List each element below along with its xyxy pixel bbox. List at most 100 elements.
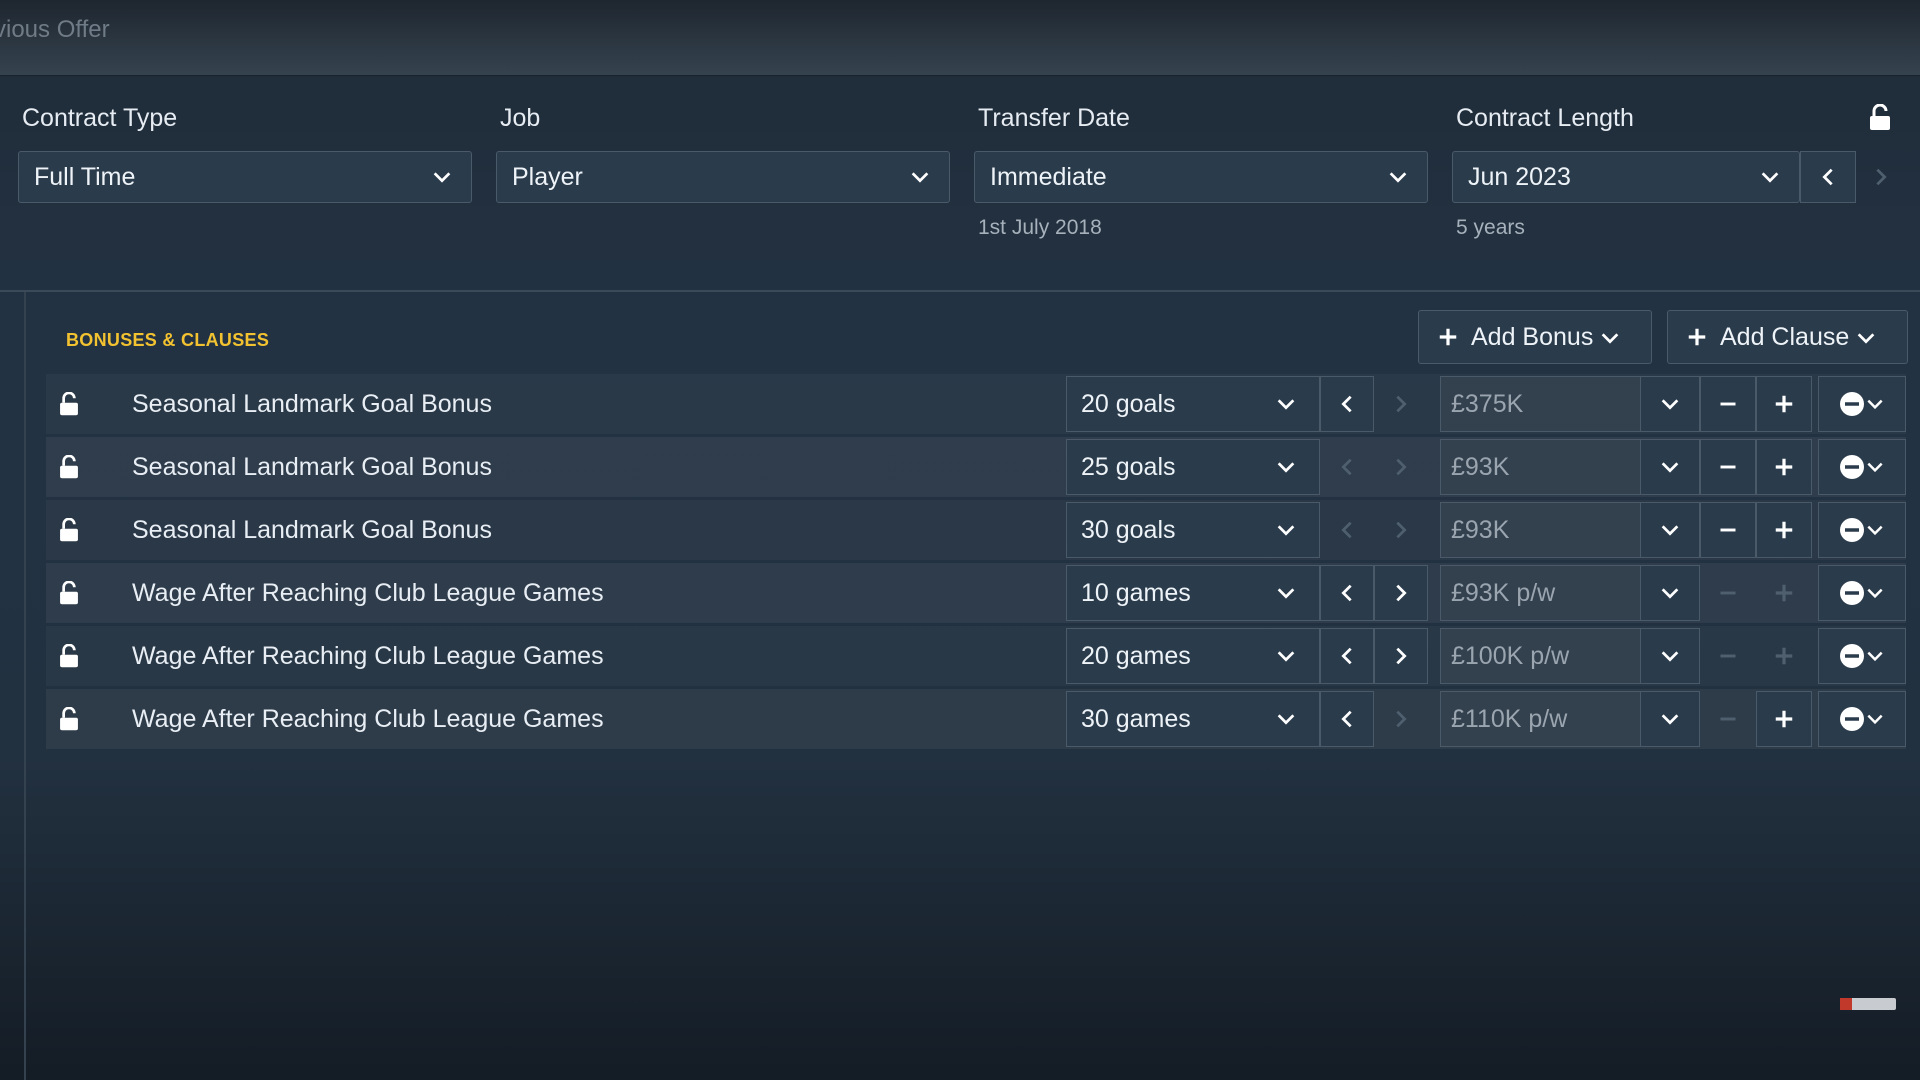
bonus-row: Wage After Reaching Club League Games 30… xyxy=(46,689,1906,749)
amount-dropdown-button[interactable] xyxy=(1640,502,1700,558)
contract-length-label: Contract Length xyxy=(1456,104,1634,132)
threshold-prev-button[interactable] xyxy=(1320,502,1374,558)
threshold-value: 10 games xyxy=(1081,578,1191,607)
chevron-left-icon xyxy=(1341,647,1352,665)
remove-row-button[interactable] xyxy=(1818,502,1906,558)
amount-field[interactable]: £93K p/w xyxy=(1440,565,1640,621)
minus-icon xyxy=(1720,465,1736,469)
threshold-select[interactable]: 20 games xyxy=(1066,628,1320,684)
threshold-select[interactable]: 30 games xyxy=(1066,691,1320,747)
amount-increase-button[interactable] xyxy=(1756,439,1812,495)
transfer-date-label: Transfer Date xyxy=(978,104,1130,132)
amount-increase-button[interactable] xyxy=(1756,565,1812,621)
padlock-open-icon[interactable] xyxy=(58,644,80,669)
amount-field[interactable]: £100K p/w xyxy=(1440,628,1640,684)
amount-increase-button[interactable] xyxy=(1756,502,1812,558)
remove-circle-icon xyxy=(1840,707,1864,731)
threshold-value: 25 goals xyxy=(1081,452,1176,481)
amount-dropdown-button[interactable] xyxy=(1640,439,1700,495)
amount-decrease-button[interactable] xyxy=(1700,691,1756,747)
chevron-down-icon xyxy=(1601,333,1619,344)
contract-length-next-button[interactable] xyxy=(1856,151,1906,203)
threshold-next-button[interactable] xyxy=(1374,565,1428,621)
threshold-value: 20 games xyxy=(1081,641,1191,670)
threshold-select[interactable]: 25 goals xyxy=(1066,439,1320,495)
bonus-row: Seasonal Landmark Goal Bonus 25 goals £9… xyxy=(46,437,1906,497)
job-label: Job xyxy=(500,104,541,132)
amount-decrease-button[interactable] xyxy=(1700,628,1756,684)
plus-icon xyxy=(1688,328,1706,346)
bonus-row: Wage After Reaching Club League Games 20… xyxy=(46,626,1906,686)
threshold-select[interactable]: 20 goals xyxy=(1066,376,1320,432)
amount-value: £93K p/w xyxy=(1451,578,1556,607)
remove-row-button[interactable] xyxy=(1818,439,1906,495)
padlock-open-icon[interactable] xyxy=(58,455,80,480)
section-divider xyxy=(0,290,1920,292)
padlock-open-icon[interactable] xyxy=(58,707,80,732)
chevron-down-icon xyxy=(1867,651,1883,662)
threshold-next-button[interactable] xyxy=(1374,376,1428,432)
amount-dropdown-button[interactable] xyxy=(1640,691,1700,747)
bonus-row: Seasonal Landmark Goal Bonus 30 goals £9… xyxy=(46,500,1906,560)
chevron-down-icon xyxy=(1761,172,1779,183)
plus-icon xyxy=(1775,647,1793,665)
threshold-select[interactable]: 10 games xyxy=(1066,565,1320,621)
amount-increase-button[interactable] xyxy=(1756,628,1812,684)
threshold-prev-button[interactable] xyxy=(1320,565,1374,621)
amount-decrease-button[interactable] xyxy=(1700,502,1756,558)
threshold-prev-button[interactable] xyxy=(1320,691,1374,747)
remove-circle-icon xyxy=(1840,455,1864,479)
amount-decrease-button[interactable] xyxy=(1700,565,1756,621)
bonus-name: Seasonal Landmark Goal Bonus xyxy=(132,453,492,481)
amount-dropdown-button[interactable] xyxy=(1640,376,1700,432)
threshold-select[interactable]: 30 goals xyxy=(1066,502,1320,558)
add-clause-button[interactable]: Add Clause xyxy=(1667,310,1908,364)
contract-type-select[interactable]: Full Time xyxy=(18,151,472,203)
threshold-value: 30 goals xyxy=(1081,515,1176,544)
amount-decrease-button[interactable] xyxy=(1700,376,1756,432)
remove-row-button[interactable] xyxy=(1818,691,1906,747)
amount-field[interactable]: £110K p/w xyxy=(1440,691,1640,747)
threshold-value: 30 games xyxy=(1081,704,1191,733)
contract-length-prev-button[interactable] xyxy=(1800,151,1856,203)
amount-increase-button[interactable] xyxy=(1756,376,1812,432)
remove-row-button[interactable] xyxy=(1818,628,1906,684)
remove-circle-icon xyxy=(1840,581,1864,605)
remove-circle-icon xyxy=(1840,392,1864,416)
amount-field[interactable]: £375K xyxy=(1440,376,1640,432)
amount-value: £100K p/w xyxy=(1451,641,1570,670)
amount-dropdown-button[interactable] xyxy=(1640,565,1700,621)
job-select[interactable]: Player xyxy=(496,151,950,203)
previous-offer-title[interactable]: vious Offer xyxy=(0,16,110,44)
chevron-left-icon xyxy=(1341,521,1352,539)
padlock-open-icon[interactable] xyxy=(58,392,80,417)
contract-length-select[interactable]: Jun 2023 xyxy=(1452,151,1800,203)
threshold-prev-button[interactable] xyxy=(1320,376,1374,432)
threshold-next-button[interactable] xyxy=(1374,691,1428,747)
amount-field[interactable]: £93K xyxy=(1440,439,1640,495)
remove-row-button[interactable] xyxy=(1818,565,1906,621)
amount-increase-button[interactable] xyxy=(1756,691,1812,747)
threshold-next-button[interactable] xyxy=(1374,628,1428,684)
amount-decrease-button[interactable] xyxy=(1700,439,1756,495)
subscribe-watermark xyxy=(1840,998,1896,1010)
remove-row-button[interactable] xyxy=(1818,376,1906,432)
padlock-open-icon[interactable] xyxy=(58,581,80,606)
threshold-prev-button[interactable] xyxy=(1320,628,1374,684)
add-bonus-button[interactable]: Add Bonus xyxy=(1418,310,1652,364)
padlock-open-icon[interactable] xyxy=(1868,104,1892,132)
chevron-down-icon xyxy=(1867,462,1883,473)
chevron-right-icon xyxy=(1396,584,1407,602)
threshold-next-button[interactable] xyxy=(1374,439,1428,495)
amount-dropdown-button[interactable] xyxy=(1640,628,1700,684)
chevron-down-icon xyxy=(1661,462,1679,473)
chevron-down-icon xyxy=(1661,399,1679,410)
amount-field[interactable]: £93K xyxy=(1440,502,1640,558)
bonus-name: Seasonal Landmark Goal Bonus xyxy=(132,390,492,418)
threshold-next-button[interactable] xyxy=(1374,502,1428,558)
padlock-open-icon[interactable] xyxy=(58,518,80,543)
transfer-date-select[interactable]: Immediate xyxy=(974,151,1428,203)
threshold-prev-button[interactable] xyxy=(1320,439,1374,495)
chevron-down-icon xyxy=(1857,333,1875,344)
bonuses-clauses-title: BONUSES & CLAUSES xyxy=(66,330,270,350)
